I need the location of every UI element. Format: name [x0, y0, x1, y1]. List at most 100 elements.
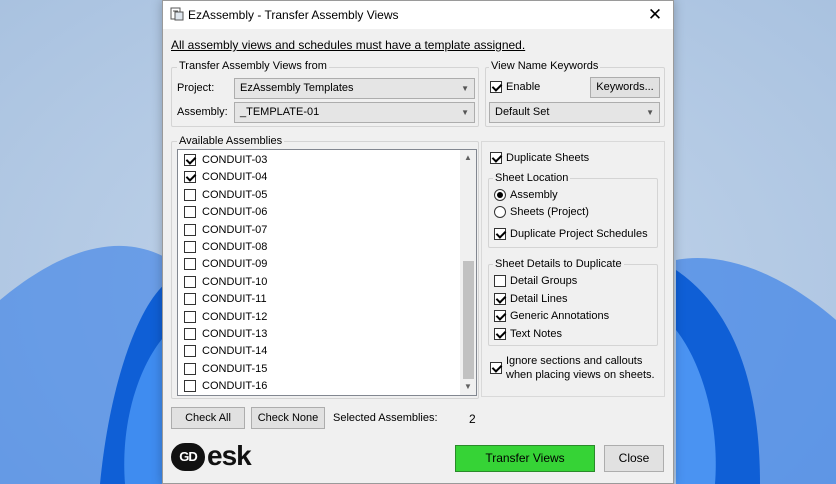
sheet-detail-label: Detail Lines: [510, 292, 568, 305]
list-item[interactable]: CONDUIT-16: [178, 377, 458, 394]
assembly-label: Assembly:: [177, 106, 228, 118]
duplicate-sheets-checkbox[interactable]: [490, 152, 502, 164]
keyword-set-select[interactable]: Default Set ▼: [489, 102, 660, 123]
list-item[interactable]: CONDUIT-14: [178, 342, 458, 359]
transfer-from-label: Transfer Assembly Views from: [177, 60, 329, 72]
location-sheets-radio[interactable]: [494, 206, 506, 218]
ignore-sections-label-2: when placing views on sheets.: [506, 369, 655, 381]
check-all-button[interactable]: Check All: [171, 407, 245, 429]
assembly-checkbox[interactable]: [184, 241, 196, 253]
assembly-name: CONDUIT-16: [202, 380, 268, 393]
transfer-views-dialog: EzAssembly - Transfer Assembly Views ✕ A…: [162, 0, 674, 484]
assembly-name: CONDUIT-08: [202, 241, 268, 253]
close-button[interactable]: Close: [604, 445, 664, 472]
sheet-detail-label: Detail Groups: [510, 275, 578, 287]
ignore-sections-checkbox[interactable]: [490, 362, 502, 374]
list-item[interactable]: CONDUIT-15: [178, 360, 458, 377]
list-item[interactable]: CONDUIT-03: [178, 151, 458, 168]
list-scrollbar[interactable]: ▲ ▼: [460, 150, 476, 395]
list-item[interactable]: CONDUIT-12: [178, 308, 458, 325]
list-item[interactable]: CONDUIT-08: [178, 238, 458, 255]
assemblies-list[interactable]: CONDUIT-03 CONDUIT-04 CONDUIT-05 CONDUIT-06…: [177, 149, 477, 396]
duplicate-sheets-label: Duplicate Sheets: [506, 152, 590, 164]
project-value: EzAssembly Templates: [240, 82, 354, 94]
selected-assemblies-label: Selected Assemblies:: [333, 412, 438, 424]
app-icon: [170, 7, 184, 21]
assembly-checkbox[interactable]: [184, 258, 196, 271]
sheet-detail-label: Text Notes: [510, 327, 562, 340]
sheet-detail-checkbox[interactable]: [494, 327, 506, 340]
assembly-checkbox[interactable]: [184, 206, 196, 219]
assembly-value: _TEMPLATE-01: [240, 106, 320, 118]
assembly-checkbox[interactable]: [184, 223, 196, 236]
sheet-detail-checkbox[interactable]: [494, 275, 506, 287]
assembly-name: CONDUIT-14: [202, 345, 268, 358]
assembly-checkbox[interactable]: [184, 310, 196, 323]
gdesk-logo: GD esk: [171, 440, 271, 473]
assembly-name: CONDUIT-03: [202, 154, 268, 166]
assemblies-group-label: Available Assemblies: [177, 135, 285, 147]
keyword-set-value: Default Set: [495, 106, 550, 118]
list-item[interactable]: CONDUIT-10: [178, 273, 458, 290]
assembly-checkbox[interactable]: [184, 380, 196, 393]
assembly-name: CONDUIT-06: [202, 206, 268, 219]
list-item[interactable]: CONDUIT-13: [178, 325, 458, 342]
assembly-checkbox[interactable]: [184, 362, 196, 375]
title-bar: EzAssembly - Transfer Assembly Views ✕: [163, 1, 673, 29]
project-select[interactable]: EzAssembly Templates ▼: [234, 78, 475, 99]
project-label: Project:: [177, 82, 215, 94]
sheet-details-label: Sheet Details to Duplicate: [493, 258, 624, 270]
location-sheets-label: Sheets (Project): [510, 206, 589, 218]
assembly-name: CONDUIT-04: [202, 171, 268, 184]
assembly-name: CONDUIT-07: [202, 223, 268, 236]
selected-assemblies-count: 2: [469, 412, 476, 426]
assembly-checkbox[interactable]: [184, 345, 196, 358]
scroll-thumb[interactable]: [463, 261, 474, 379]
assembly-name: CONDUIT-05: [202, 188, 268, 201]
sheet-detail-label: Generic Annotations: [510, 310, 610, 322]
check-none-button[interactable]: Check None: [251, 407, 325, 429]
assembly-name: CONDUIT-13: [202, 328, 268, 340]
duplicate-schedules-label: Duplicate Project Schedules: [510, 228, 648, 240]
assembly-checkbox[interactable]: [184, 171, 196, 184]
enable-keywords-label: Enable: [506, 81, 541, 93]
chevron-down-icon: ▼: [461, 108, 469, 117]
assembly-name: CONDUIT-12: [202, 310, 268, 323]
sheet-detail-checkbox[interactable]: [494, 292, 506, 305]
logo-text: esk: [207, 440, 252, 471]
list-item[interactable]: CONDUIT-04: [178, 168, 458, 185]
transfer-views-button[interactable]: Transfer Views: [455, 445, 595, 472]
list-item[interactable]: CONDUIT-09: [178, 255, 458, 272]
logo-mark: GD: [171, 443, 205, 471]
assembly-name: CONDUIT-10: [202, 275, 268, 288]
enable-keywords-checkbox[interactable]: [490, 81, 502, 93]
keywords-button[interactable]: Keywords...: [590, 77, 660, 98]
location-assembly-radio[interactable]: [494, 189, 506, 201]
template-notice: All assembly views and schedules must ha…: [171, 38, 526, 52]
list-item[interactable]: CONDUIT-06: [178, 203, 458, 220]
chevron-down-icon: ▼: [461, 84, 469, 93]
chevron-down-icon: ▼: [646, 108, 654, 117]
window-title: EzAssembly - Transfer Assembly Views: [188, 8, 399, 22]
assembly-checkbox[interactable]: [184, 328, 196, 340]
assembly-checkbox[interactable]: [184, 275, 196, 288]
location-assembly-label: Assembly: [510, 189, 558, 201]
close-icon[interactable]: ✕: [645, 5, 665, 25]
assembly-checkbox[interactable]: [184, 154, 196, 166]
assembly-name: CONDUIT-09: [202, 258, 268, 271]
assembly-name: CONDUIT-11: [202, 293, 267, 306]
duplicate-options-panel: Duplicate Sheets Sheet Location Assembly…: [481, 141, 665, 397]
ignore-sections-label-1: Ignore sections and callouts: [506, 355, 643, 367]
scroll-down-icon[interactable]: ▼: [460, 379, 476, 395]
assembly-checkbox[interactable]: [184, 293, 196, 306]
list-item[interactable]: CONDUIT-11: [178, 290, 458, 307]
assembly-select[interactable]: _TEMPLATE-01 ▼: [234, 102, 475, 123]
keywords-group-label: View Name Keywords: [489, 60, 601, 72]
sheet-detail-checkbox[interactable]: [494, 310, 506, 322]
list-item[interactable]: CONDUIT-05: [178, 186, 458, 203]
duplicate-schedules-checkbox[interactable]: [494, 228, 506, 240]
sheet-location-label: Sheet Location: [493, 172, 571, 184]
assembly-checkbox[interactable]: [184, 188, 196, 201]
list-item[interactable]: CONDUIT-07: [178, 221, 458, 238]
scroll-up-icon[interactable]: ▲: [460, 150, 476, 166]
